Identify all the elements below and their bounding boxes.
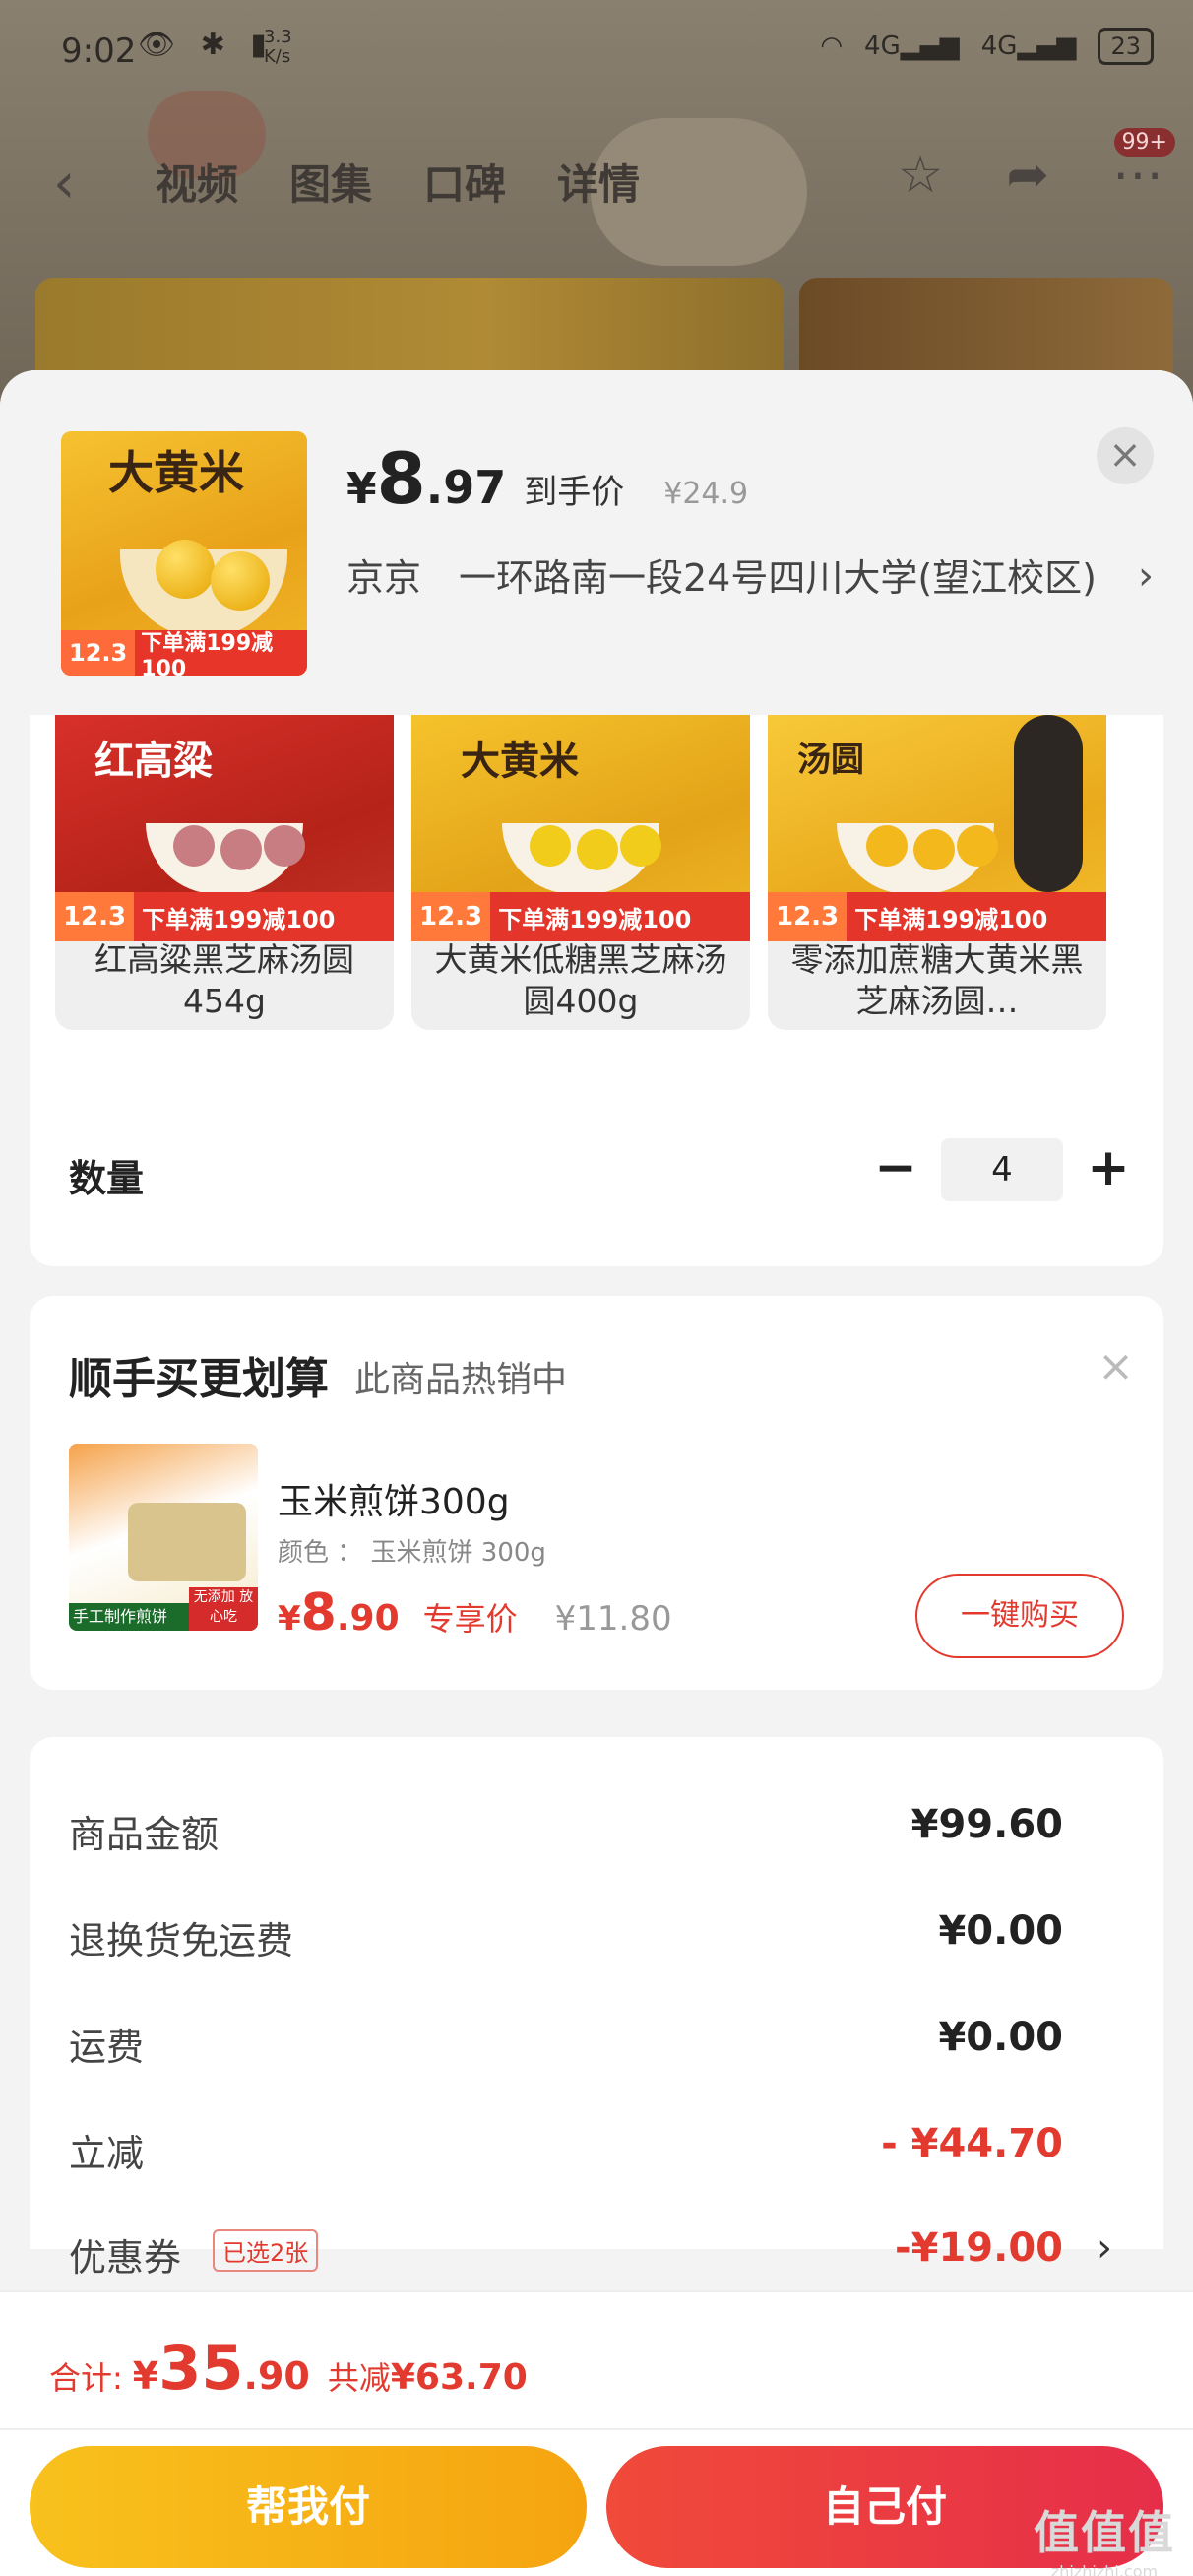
one-click-buy-button[interactable]: 一键购买 (915, 1574, 1124, 1658)
variant-promo: 12.3 下单满199减100 (768, 892, 1106, 941)
message-badge: 99+ (1113, 128, 1175, 157)
price-label: 到手价 (524, 473, 625, 512)
variant-label: 红高粱黑芝麻汤圆454g (94, 940, 354, 1020)
fee-row-discount: 立减 - ¥44.70 (69, 2121, 1063, 2175)
addon-card: 顺手买更划算 此商品热销中 × 手工制作煎饼 无添加 放心吃 玉米煎饼300g … (30, 1296, 1163, 1690)
close-button[interactable]: × (1097, 427, 1154, 484)
status-time: 9:02 (61, 32, 137, 71)
star-icon[interactable]: ☆ (898, 146, 944, 205)
bottom-bar: 合计: ¥ 35 .90 共减 ¥63.70 帮我付 自己付 (0, 2290, 1193, 2576)
variant-promo: 12.3 下单满199减100 (55, 892, 394, 941)
quantity-row: 数量 − 4 + (69, 1138, 1132, 1217)
addon-color: 颜色 ： 玉米煎饼 300g (278, 1538, 546, 1568)
delivery-address[interactable]: 京京 一环路南一段24号四川大学(望江校区) (346, 551, 1134, 605)
fee-row-coupon[interactable]: 优惠券 已选2张 -¥19.00 › (69, 2220, 1112, 2280)
product-thumbnail: 大黄米 12.3 下单满199减100 (61, 431, 307, 676)
price-integer: 8 (376, 437, 426, 520)
addon-title: 顺手买更划算 (69, 1354, 329, 1404)
addon-image: 手工制作煎饼 无添加 放心吃 (69, 1444, 258, 1631)
variant-label: 零添加蔗糖大黄米黑芝麻汤圆… (790, 940, 1084, 1020)
total-row: 合计: ¥ 35 .90 共减 ¥63.70 (49, 2332, 528, 2404)
chevron-right-icon[interactable]: › (1138, 553, 1154, 599)
help-pay-button[interactable]: 帮我付 (30, 2446, 587, 2568)
wifi-icon: ◠ (820, 32, 844, 61)
battery-icon: 23 (1098, 28, 1154, 65)
price-decimal: .97 (425, 461, 507, 514)
variant-list: 红高粱 12.3 下单满199减100 红高粱黑芝麻汤圆454g 大黄米 12.… (55, 715, 1138, 1030)
variant-label: 大黄米低糖黑芝麻汤圆400g (434, 940, 727, 1020)
addon-price: ¥ 8 .90 专享价 ¥11.80 (278, 1583, 672, 1642)
fee-row-return: 退换货免运费 ¥0.00 (69, 1908, 1063, 1963)
variant-option[interactable]: 红高粱 12.3 下单满199减100 红高粱黑芝麻汤圆454g (55, 715, 394, 1030)
quantity-label: 数量 (69, 1157, 145, 1200)
variant-option[interactable]: 汤圆 12.3 下单满199减100 零添加蔗糖大黄米黑芝麻汤圆… (768, 715, 1106, 1030)
status-right: ◠ 4G▂▄▆ 4G▂▄▆ 23 (820, 28, 1154, 65)
addon-price-tag: 专享价 (422, 1600, 518, 1638)
thumb-title: 大黄米 (108, 446, 244, 499)
original-price: ¥24.9 (663, 477, 749, 511)
tab-details[interactable]: 详情 (557, 152, 640, 212)
divider (0, 2428, 1193, 2430)
fees-card: 商品金额 ¥99.60 退换货免运费 ¥0.00 运费 ¥0.00 立减 - ¥… (30, 1737, 1163, 2280)
sheet-header: 大黄米 12.3 下单满199减100 ¥ 8 .97 到手价 ¥24.9 × … (0, 370, 1193, 715)
quantity-input[interactable]: 4 (941, 1138, 1063, 1201)
status-bar: 9:02 👁 ✱ ▮ 3.3 K/s ◠ 4G▂▄▆ 4G▂▄▆ 23 (0, 0, 1193, 98)
checkout-sheet: 大黄米 12.3 下单满199减100 ¥ 8 .97 到手价 ¥24.9 × … (0, 370, 1193, 2576)
addon-old-price: ¥11.80 (554, 1599, 672, 1639)
tab-video[interactable]: 视频 (156, 152, 238, 212)
addon-subtitle: 此商品热销中 (354, 1360, 568, 1400)
thumb-promo: 12.3 下单满199减100 (61, 630, 307, 676)
addon-close-icon[interactable]: × (1098, 1341, 1134, 1391)
status-icons: 👁 ✱ ▮ (138, 28, 275, 62)
tab-gallery[interactable]: 图集 (289, 152, 372, 212)
fee-row-goods: 商品金额 ¥99.60 (69, 1802, 1063, 1856)
addon-name: 玉米煎饼300g (278, 1482, 510, 1522)
quantity-minus-button[interactable]: − (866, 1138, 925, 1201)
nav-tabs: 视频 图集 口碑 详情 (156, 152, 640, 212)
tab-reviews[interactable]: 口碑 (423, 152, 506, 212)
top-nav: ‹ 视频 图集 口碑 详情 ☆ ➦ ⋯ 99+ (0, 128, 1193, 226)
signal-icon-1: 4G▂▄▆ (864, 32, 960, 61)
tangyuan-image (156, 540, 215, 599)
back-icon[interactable]: ‹ (53, 152, 75, 216)
price-currency: ¥ (346, 464, 377, 514)
variant-option[interactable]: 大黄米 12.3 下单满199减100 大黄米低糖黑芝麻汤圆400g (411, 715, 750, 1030)
fee-row-shipping: 运费 ¥0.00 (69, 2015, 1063, 2069)
quantity-plus-button[interactable]: + (1079, 1138, 1138, 1201)
variant-promo: 12.3 下单满199减100 (411, 892, 750, 941)
tangyuan-image (211, 551, 270, 611)
price-row: ¥ 8 .97 到手价 ¥24.9 (346, 437, 748, 520)
watermark: 值值值 zhizhizhi.com (1034, 2506, 1175, 2576)
share-icon[interactable]: ➦ (1006, 146, 1049, 205)
chevron-right-icon[interactable]: › (1097, 2225, 1112, 2271)
coupon-badge: 已选2张 (213, 2229, 319, 2272)
network-speed: 3.3 K/s (264, 27, 292, 67)
signal-icon-2: 4G▂▄▆ (980, 32, 1077, 61)
